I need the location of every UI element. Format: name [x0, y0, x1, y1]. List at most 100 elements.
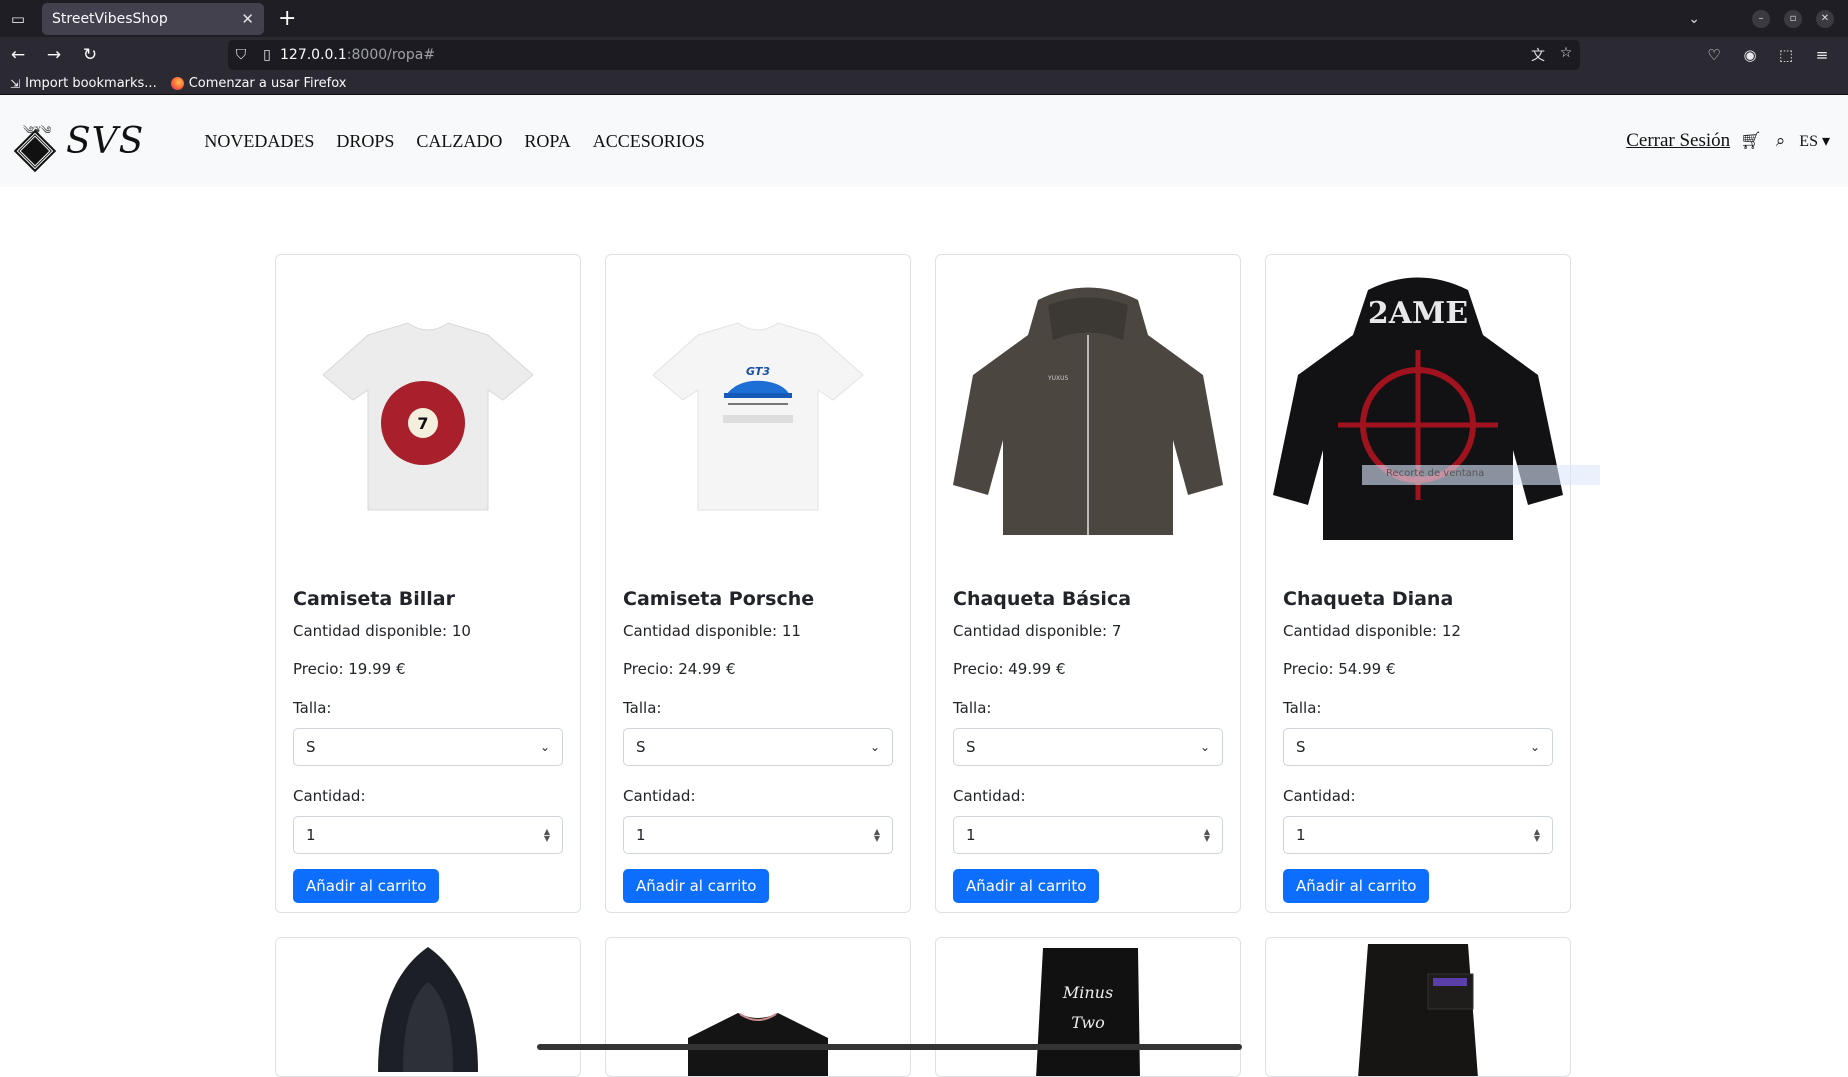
quantity-stepper[interactable]: 1 ▲ ▼ [623, 816, 893, 854]
translate-icon[interactable]: 文 [1524, 45, 1552, 65]
star-icon[interactable]: ☆ [1552, 45, 1580, 65]
product-image-jacket-basic[interactable]: YUXUS [936, 265, 1240, 555]
nav-ropa[interactable]: ROPA [524, 131, 570, 152]
language-dropdown[interactable]: ES ▾ [1799, 131, 1830, 151]
logo-diamond-icon: ༄❦༄ [13, 118, 57, 173]
product-image-tshirt-billiard[interactable]: 7 [276, 265, 580, 555]
browser-tab[interactable]: StreetVibesShop ✕ [42, 2, 264, 35]
back-icon[interactable]: ← [0, 45, 36, 65]
bookmark-import[interactable]: ⇲ Import bookmarks... [10, 76, 157, 91]
add-to-cart-button[interactable]: Añadir al carrito [623, 869, 770, 903]
close-window-icon[interactable]: ✕ [1816, 9, 1834, 28]
product-grid: 7 Camiseta Billar Cantidad disponible: 1… [275, 254, 1571, 1077]
extensions-icon[interactable]: ⬚ [1768, 46, 1804, 64]
chevron-down-icon: ⌄ [869, 740, 880, 754]
product-name: Chaqueta Básica [953, 588, 1132, 610]
spinner-icon[interactable]: ▲ ▼ [544, 828, 550, 843]
minimize-icon[interactable]: – [1752, 9, 1770, 28]
product-stock: Cantidad disponible: 11 [623, 622, 801, 640]
product-name: Chaqueta Diana [1283, 588, 1454, 610]
add-to-cart-button[interactable]: Añadir al carrito [293, 869, 440, 903]
language-label: ES [1799, 133, 1818, 150]
tab-list-icon[interactable]: ▭ [0, 0, 36, 37]
product-card: 2AME Chaqueta Diana Cantidad disponible:… [1265, 254, 1571, 913]
maximize-icon[interactable]: ▫ [1784, 9, 1802, 28]
quantity-stepper[interactable]: 1 ▲ ▼ [1283, 816, 1553, 854]
site-logo[interactable]: ༄❦༄ SVS [13, 118, 145, 173]
svg-text:YUXUS: YUXUS [1047, 375, 1069, 382]
product-card [605, 937, 911, 1077]
spinner-icon[interactable]: ▲ ▼ [874, 828, 880, 843]
pocket-icon[interactable]: ♡ [1696, 46, 1732, 64]
new-tab-icon[interactable]: + [278, 6, 296, 31]
product-price: Precio: 19.99 € [293, 660, 406, 678]
spinner-icon[interactable]: ▲ ▼ [1534, 828, 1540, 843]
url-bar[interactable]: ⛉ ▯ 127.0.0.1 :8000/ropa# 文 ☆ [228, 40, 1580, 70]
forward-icon[interactable]: → [36, 45, 72, 65]
product-image-shirt-black[interactable] [606, 938, 910, 1076]
import-icon: ⇲ [10, 76, 21, 91]
bookmarks-bar: ⇲ Import bookmarks... Comenzar a usar Fi… [0, 73, 1848, 95]
spinner-icon[interactable]: ▲ ▼ [1204, 828, 1210, 843]
add-to-cart-button[interactable]: Añadir al carrito [1283, 869, 1430, 903]
svg-text:2AME: 2AME [1368, 296, 1468, 331]
product-image-pants-cargo[interactable] [1266, 938, 1570, 1076]
site-header: ༄❦༄ SVS NOVEDADES DROPS CALZADO ROPA ACC… [0, 95, 1848, 187]
quantity-stepper[interactable]: 1 ▲ ▼ [293, 816, 563, 854]
nav-novedades[interactable]: NOVEDADES [204, 131, 314, 152]
add-to-cart-button[interactable]: Añadir al carrito [953, 869, 1100, 903]
product-card: GT3 Camiseta Porsche Cantidad disponible… [605, 254, 911, 913]
size-select[interactable]: S ⌄ [293, 728, 563, 766]
product-card: YUXUS Chaqueta Básica Cantidad disponibl… [935, 254, 1241, 913]
browser-nav-bar: ← → ↻ ⛉ ▯ 127.0.0.1 :8000/ropa# 文 ☆ ♡ ◉ … [0, 37, 1848, 73]
amount-label: Cantidad: [1283, 787, 1356, 805]
size-value: S [1296, 738, 1306, 756]
amount-label: Cantidad: [293, 787, 366, 805]
close-tab-icon[interactable]: ✕ [241, 10, 254, 28]
quantity-value: 1 [636, 826, 646, 844]
product-image-tshirt-porsche[interactable]: GT3 [606, 265, 910, 555]
size-value: S [636, 738, 646, 756]
firefox-icon [170, 77, 184, 90]
quantity-stepper[interactable]: 1 ▲ ▼ [953, 816, 1223, 854]
chevron-down-icon: ⌄ [1199, 740, 1210, 754]
shield-icon[interactable]: ⛉ [228, 47, 254, 63]
reload-icon[interactable]: ↻ [72, 45, 108, 65]
nav-calzado[interactable]: CALZADO [416, 131, 502, 152]
size-value: S [306, 738, 316, 756]
nav-accesorios[interactable]: ACCESORIOS [593, 131, 705, 152]
product-image-hoodie-black[interactable] [276, 938, 580, 1072]
size-select[interactable]: S ⌄ [953, 728, 1223, 766]
product-name: Camiseta Billar [293, 588, 456, 610]
url-host: 127.0.0.1 [280, 47, 347, 63]
horizontal-scrollbar[interactable] [537, 1044, 1242, 1050]
amount-label: Cantidad: [953, 787, 1026, 805]
product-price: Precio: 24.99 € [623, 660, 736, 678]
product-image-pants-graffiti[interactable]: Minus Two [936, 938, 1240, 1076]
product-stock: Cantidad disponible: 7 [953, 622, 1122, 640]
window-snip-tooltip: Recorte de ventana [1362, 465, 1600, 485]
page-icon: ▯ [263, 47, 271, 63]
menu-icon[interactable]: ≡ [1804, 46, 1840, 64]
svg-text:7: 7 [417, 414, 428, 433]
size-label: Talla: [953, 699, 992, 717]
cart-icon[interactable]: 🛒︎ [1740, 131, 1762, 151]
size-label: Talla: [1283, 699, 1322, 717]
size-select[interactable]: S ⌄ [623, 728, 893, 766]
product-stock: Cantidad disponible: 10 [293, 622, 471, 640]
search-icon[interactable]: ⌕ [1776, 131, 1786, 151]
product-card: 7 Camiseta Billar Cantidad disponible: 1… [275, 254, 581, 913]
size-label: Talla: [623, 699, 662, 717]
size-select[interactable]: S ⌄ [1283, 728, 1553, 766]
browser-tab-bar: ▭ StreetVibesShop ✕ + ⌄ – ▫ ✕ [0, 0, 1848, 37]
product-image-jacket-diana[interactable]: 2AME [1266, 265, 1570, 555]
bookmark-firefox[interactable]: Comenzar a usar Firefox [170, 76, 346, 91]
quantity-value: 1 [966, 826, 976, 844]
account-icon[interactable]: ◉ [1732, 46, 1768, 64]
logo-text: SVS [66, 120, 145, 162]
url-path: :8000/ropa# [346, 47, 436, 63]
logout-link[interactable]: Cerrar Sesión [1626, 130, 1730, 152]
nav-drops[interactable]: DROPS [336, 131, 394, 152]
svg-text:Minus: Minus [1062, 983, 1113, 1002]
chevron-down-icon[interactable]: ⌄ [1688, 11, 1700, 27]
